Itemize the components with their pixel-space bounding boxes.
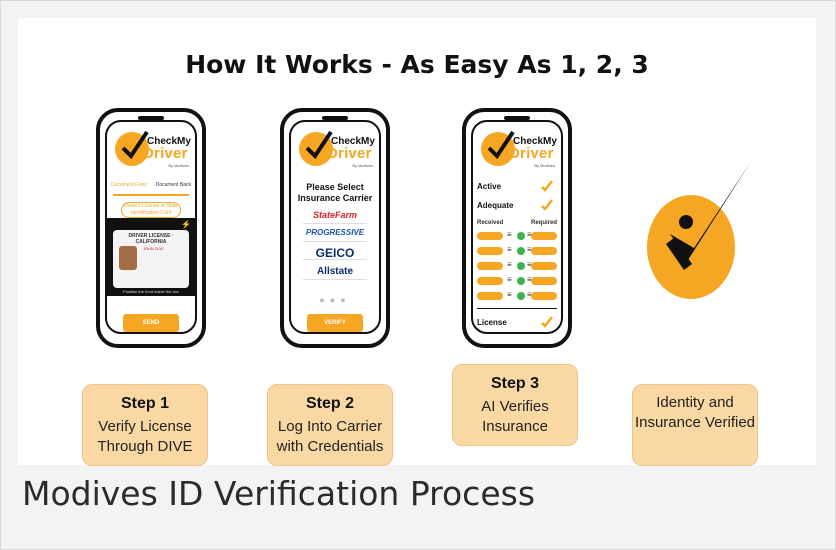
comparison-row: ≡ ≡ <box>477 275 557 285</box>
active-row: Active <box>477 180 557 194</box>
step2-box: Step 2 Log Into Carrier with Credentials <box>267 384 393 466</box>
phone-screen: CheckMy Driver By Modives Please Select … <box>289 120 381 334</box>
id-type-pill[interactable]: Driver's License or State Identification… <box>121 202 181 218</box>
flash-icon[interactable]: ⚡ <box>181 220 191 229</box>
step1-box: Step 1 Verify License Through DIVE <box>82 384 208 466</box>
camera-hint: Position the front inside the box <box>123 289 179 294</box>
result-box: Identity and Insurance Verified <box>632 384 758 466</box>
headline: How It Works - As Easy As 1, 2, 3 <box>185 50 649 79</box>
comparison-row: ≡ ≡ <box>477 230 557 240</box>
phone-step2: CheckMy Driver By Modives Please Select … <box>280 108 390 348</box>
step1-desc: Verify License Through DIVE <box>97 418 193 455</box>
checkmark-green-icon <box>517 247 525 255</box>
camera-view: ⚡ DRIVER LICENSE · CALIFORNIA JOHN DOE P… <box>107 218 195 296</box>
phone-step3: CheckMy Driver By Modives Active Adequat… <box>462 108 572 348</box>
phone-step1: CheckMy Driver By Modives Document Front… <box>96 108 206 348</box>
license-row: License <box>477 316 557 330</box>
pagination-dots: ●●● <box>319 295 351 305</box>
step1-title: Step 1 <box>120 395 169 412</box>
step2-desc: Log Into Carrier with Credentials <box>276 418 384 455</box>
received-label: Received <box>477 220 504 226</box>
license-card: DRIVER LICENSE · CALIFORNIA JOHN DOE <box>113 230 189 288</box>
brand-logo: CheckMy Driver By Modives <box>113 130 191 168</box>
phone-screen: CheckMy Driver By Modives Document Front… <box>105 120 197 334</box>
check-icon <box>541 180 553 194</box>
license-photo <box>119 246 137 270</box>
progress-bar <box>113 194 189 196</box>
step2-title: Step 2 <box>305 395 354 412</box>
required-label: Required <box>530 220 557 226</box>
doc-tabs: Document Front Document Back <box>111 182 191 192</box>
brand-logo: CheckMy Driver By Modives <box>479 130 557 168</box>
step3-title: Step 3 <box>490 375 539 392</box>
license-title: DRIVER LICENSE · CALIFORNIA <box>128 233 174 245</box>
checkmark-green-icon <box>517 262 525 270</box>
checkmark-green-icon <box>517 292 525 300</box>
license-text: JOHN DOE <box>143 246 164 251</box>
carrier-statefarm[interactable]: StateFarm <box>303 210 367 224</box>
page-caption: Modives ID Verification Process <box>22 474 536 513</box>
check-icon <box>541 199 553 213</box>
carrier-geico[interactable]: GEICO <box>303 246 367 260</box>
result-desc: Identity and Insurance Verified <box>634 394 756 431</box>
verify-button[interactable]: VERIFY <box>307 314 363 332</box>
check-icon <box>541 316 553 330</box>
tab-document-back[interactable]: Document Back <box>156 182 191 188</box>
adequate-row: Adequate <box>477 199 557 213</box>
comparison-row: ≡ ≡ <box>477 260 557 270</box>
step3-box: Step 3 AI Verifies Insurance <box>452 364 578 446</box>
phone-screen: CheckMy Driver By Modives Active Adequat… <box>471 120 563 334</box>
carrier-allstate[interactable]: Allstate <box>303 266 367 280</box>
checkmark-green-icon <box>517 232 525 240</box>
carrier-progressive[interactable]: PROGRESSIVE <box>303 228 367 242</box>
comparison-row: ≡ ≡ <box>477 290 557 300</box>
step3-desc: AI Verifies Insurance <box>481 398 549 435</box>
divider <box>477 308 557 309</box>
verified-logo-icon <box>646 152 796 312</box>
checkmark-green-icon <box>517 277 525 285</box>
brand-logo: CheckMy Driver By Modives <box>297 130 375 168</box>
send-button[interactable]: SEND <box>123 314 179 332</box>
comparison-row: ≡ ≡ <box>477 245 557 255</box>
tab-document-front[interactable]: Document Front <box>111 182 147 188</box>
select-carrier-title: Please Select Insurance Carrier <box>297 182 373 203</box>
infographic-card: How It Works - As Easy As 1, 2, 3 CheckM… <box>18 18 816 466</box>
